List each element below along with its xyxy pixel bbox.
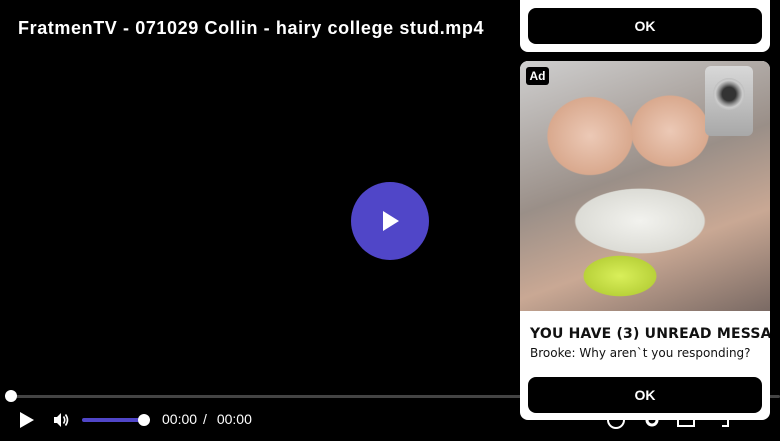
ad-image[interactable] xyxy=(520,61,770,311)
current-time: 00:00 xyxy=(162,411,198,427)
progress-handle[interactable] xyxy=(5,390,17,402)
volume-handle[interactable] xyxy=(138,414,150,426)
ad-popup[interactable]: Ad YOU HAVE (3) UNREAD MESSAGES Brooke: … xyxy=(520,61,770,420)
ad-badge: Ad xyxy=(526,67,549,85)
ok-button[interactable]: OK xyxy=(528,8,762,44)
ad-headline: YOU HAVE (3) UNREAD MESSAGES xyxy=(530,326,770,342)
video-title: FratmenTV - 071029 Collin - hairy colleg… xyxy=(18,18,485,38)
ad-popup-top: OK xyxy=(520,0,770,52)
camera-lens xyxy=(713,78,745,110)
time-display: 00:00 / 00:00 xyxy=(162,411,252,427)
play-icon xyxy=(383,211,399,231)
ad-message: Brooke: Why aren`t you responding? xyxy=(530,346,751,360)
time-separator: / xyxy=(203,411,207,427)
big-play-button[interactable] xyxy=(351,182,429,260)
volume-icon xyxy=(54,413,69,427)
ok-button[interactable]: OK xyxy=(528,377,762,413)
play-button[interactable] xyxy=(16,410,36,435)
mute-button[interactable] xyxy=(52,411,70,434)
camera-graphic xyxy=(705,66,753,136)
duration: 00:00 xyxy=(216,411,252,427)
volume-slider[interactable] xyxy=(82,418,144,422)
play-icon xyxy=(20,412,34,428)
